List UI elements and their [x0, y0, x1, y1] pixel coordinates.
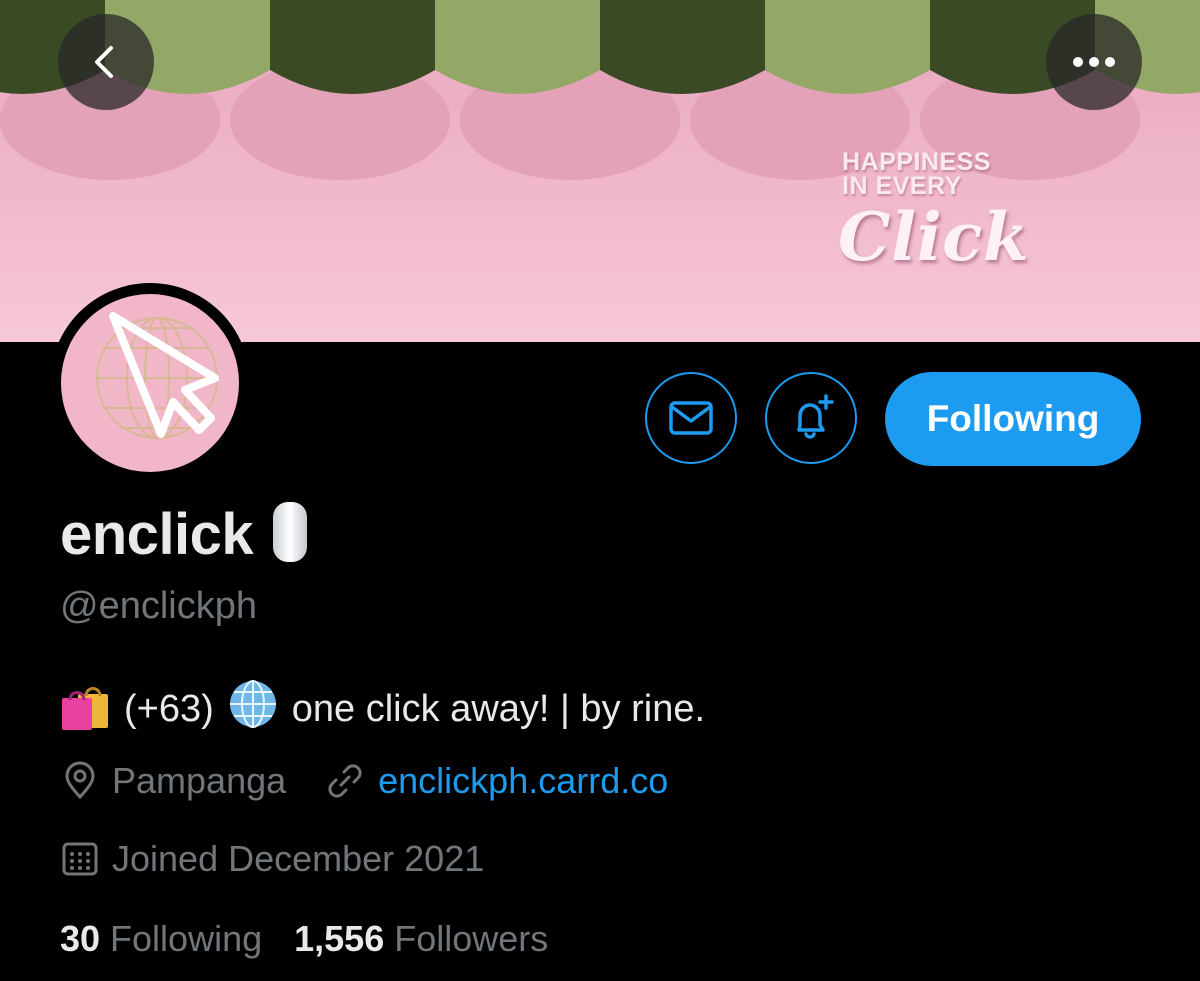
- profile-bio: (+63) one click away! | by rine.: [60, 678, 719, 740]
- follow-stats: 30 Following 1,556 Followers: [60, 918, 548, 960]
- avatar[interactable]: [50, 283, 250, 483]
- globe-icon: [228, 679, 278, 739]
- profile-meta-row: Pampanga enclickph.carrd.co: [60, 760, 668, 802]
- chevron-left-icon: [95, 46, 113, 78]
- website-link[interactable]: enclickph.carrd.co: [378, 760, 668, 802]
- envelope-icon: [669, 401, 713, 435]
- joined-date: Joined December 2021: [112, 838, 485, 879]
- ellipsis-icon: [1073, 57, 1115, 67]
- display-name: enclick: [60, 502, 254, 567]
- back-button[interactable]: [58, 14, 154, 110]
- location-text: Pampanga: [112, 760, 287, 801]
- following-button[interactable]: Following: [885, 372, 1141, 466]
- globe-cursor-logo: [96, 312, 219, 439]
- followers-count: 1,556: [294, 918, 385, 959]
- shopping-bags-icon: [60, 678, 110, 740]
- username-handle: @enclickph: [60, 585, 257, 627]
- bio-phone-code: (+63): [124, 687, 214, 730]
- followers-label: Followers: [394, 918, 549, 959]
- link-icon: [328, 764, 362, 798]
- banner-slogan: HAPPINESS IN EVERY Click: [838, 150, 1029, 277]
- message-button[interactable]: [645, 372, 737, 464]
- location-pin-icon: [65, 761, 95, 800]
- calendar-icon: [62, 842, 98, 876]
- bell-plus-icon: [797, 394, 834, 439]
- avatar-image: [61, 294, 239, 472]
- banner-line-3: Click: [838, 198, 1030, 276]
- computer-mouse-icon: [271, 500, 309, 569]
- following-stat[interactable]: 30 Following: [60, 918, 262, 960]
- banner-line-2: IN EVERY: [842, 172, 962, 200]
- following-count: 30: [60, 918, 101, 959]
- notifications-button[interactable]: [765, 372, 857, 464]
- joined-row: Joined December 2021: [60, 838, 484, 880]
- more-options-button[interactable]: [1046, 14, 1142, 110]
- followers-stat[interactable]: 1,556 Followers: [294, 918, 548, 960]
- display-name-row: enclick: [60, 500, 309, 569]
- bio-text: one click away! | by rine.: [291, 687, 706, 730]
- following-label: Following: [110, 918, 263, 959]
